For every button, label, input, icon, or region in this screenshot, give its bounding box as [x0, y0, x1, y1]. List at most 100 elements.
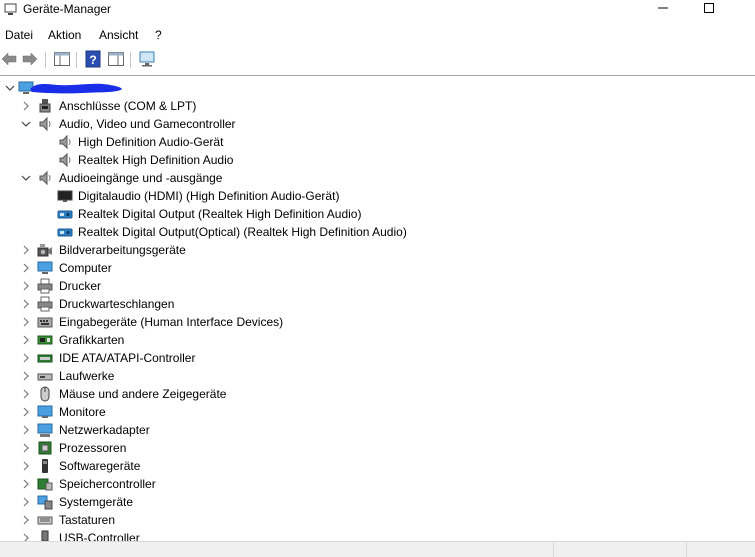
toolbar-separator — [130, 52, 131, 68]
device-manager-app-icon — [4, 3, 17, 15]
chevron-right-icon[interactable] — [20, 494, 32, 510]
menu-help[interactable]: ? — [155, 28, 162, 42]
tree-item-label: Computer — [59, 261, 112, 275]
tree-item-label: IDE ATA/ATAPI-Controller — [59, 351, 196, 365]
tree-category[interactable]: Monitore — [0, 403, 755, 421]
chevron-right-icon[interactable] — [20, 476, 32, 492]
show-hide-console-tree-icon[interactable] — [53, 50, 71, 68]
tree-category[interactable]: Anschlüsse (COM & LPT) — [0, 97, 755, 115]
chevron-right-icon[interactable] — [20, 422, 32, 438]
status-cell — [553, 542, 687, 557]
chevron-right-icon[interactable] — [20, 440, 32, 456]
menu-ansicht[interactable]: Ansicht — [99, 28, 138, 42]
tree-item-label: Anschlüsse (COM & LPT) — [59, 99, 197, 113]
menu-aktion[interactable]: Aktion — [48, 28, 81, 42]
chevron-right-icon[interactable] — [20, 98, 32, 114]
properties-icon[interactable] — [107, 50, 125, 68]
chevron-right-icon[interactable] — [20, 404, 32, 420]
camera-icon — [37, 244, 52, 257]
tree-category[interactable]: Mäuse und andere Zeigegeräte — [0, 385, 755, 403]
tree-category[interactable]: Tastaturen — [0, 511, 755, 529]
tree-category[interactable]: Laufwerke — [0, 367, 755, 385]
maximize-button[interactable] — [686, 0, 732, 20]
forward-arrow-icon[interactable] — [21, 50, 39, 68]
toolbar: ? — [0, 48, 755, 72]
toolbar-separator — [45, 52, 46, 68]
chevron-right-icon[interactable] — [20, 368, 32, 384]
ide-controller-icon — [37, 354, 53, 363]
svg-text:?: ? — [89, 53, 96, 67]
tree-item-label: Digitalaudio (HDMI) (High Definition Aud… — [78, 189, 340, 203]
tree-category[interactable]: Softwaregeräte — [0, 457, 755, 475]
tree-item-label: Systemgeräte — [59, 495, 134, 509]
chevron-down-icon[interactable] — [4, 80, 16, 96]
chevron-right-icon[interactable] — [20, 278, 32, 294]
chevron-right-icon[interactable] — [20, 296, 32, 312]
tree-item-label: Monitore — [59, 405, 106, 419]
tree-category[interactable]: Prozessoren — [0, 439, 755, 457]
toolbar-separator — [76, 52, 77, 68]
system-device-icon — [37, 495, 53, 510]
scan-hardware-icon[interactable] — [138, 50, 156, 68]
mouse-icon — [40, 386, 50, 402]
tree-category[interactable]: Systemgeräte — [0, 493, 755, 511]
port-icon — [39, 99, 51, 113]
back-arrow-icon[interactable] — [0, 50, 18, 68]
tree-item-label: Realtek Digital Output(Optical) (Realtek… — [78, 225, 407, 239]
tree-item-label: Prozessoren — [59, 441, 127, 455]
tree-category[interactable]: Netzwerkadapter — [0, 421, 755, 439]
speaker-icon — [39, 116, 51, 132]
tree-category[interactable]: Computer — [0, 259, 755, 277]
tree-category[interactable]: IDE ATA/ATAPI-Controller — [0, 349, 755, 367]
chevron-down-icon[interactable] — [20, 116, 32, 132]
drive-icon — [37, 373, 53, 381]
audio-device-icon — [57, 210, 73, 219]
monitor-dark-icon — [57, 190, 73, 202]
chevron-right-icon[interactable] — [20, 260, 32, 276]
tree-device[interactable]: High Definition Audio-Gerät — [0, 133, 755, 151]
tree-item-label: Netzwerkadapter — [59, 423, 150, 437]
chevron-right-icon[interactable] — [20, 314, 32, 330]
network-adapter-icon — [37, 423, 53, 437]
monitor-icon — [37, 405, 53, 418]
tree-category[interactable]: Speichercontroller — [0, 475, 755, 493]
printer-icon — [37, 296, 53, 312]
tree-item-label: Eingabegeräte (Human Interface Devices) — [59, 315, 284, 329]
tree-category[interactable]: Audioeingänge und -ausgänge — [0, 169, 755, 187]
software-device-icon — [42, 459, 48, 473]
tree-item-label: Speichercontroller — [59, 477, 156, 491]
chevron-right-icon[interactable] — [20, 512, 32, 528]
maximize-icon — [704, 3, 714, 13]
help-icon[interactable]: ? — [84, 50, 102, 68]
tree-category[interactable]: Drucker — [0, 277, 755, 295]
chevron-right-icon[interactable] — [20, 350, 32, 366]
tree-item-label: Audioeingänge und -ausgänge — [59, 171, 223, 185]
tree-category[interactable]: Bildverarbeitungsgeräte — [0, 241, 755, 259]
speaker-icon — [59, 134, 71, 150]
audio-device-icon — [57, 228, 73, 237]
chevron-right-icon[interactable] — [20, 458, 32, 474]
menu-datei[interactable]: Datei — [5, 28, 33, 42]
tree-category[interactable]: Grafikkarten — [0, 331, 755, 349]
status-bar — [0, 541, 755, 557]
tree-item-label: Laufwerke — [59, 369, 115, 383]
minimize-button[interactable] — [640, 0, 686, 20]
tree-device[interactable]: Realtek High Definition Audio — [0, 151, 755, 169]
redacted-computer-name — [30, 83, 122, 94]
tree-device[interactable]: Digitalaudio (HDMI) (High Definition Aud… — [0, 187, 755, 205]
tree-device[interactable]: Realtek Digital Output(Optical) (Realtek… — [0, 223, 755, 241]
tree-category[interactable]: Audio, Video und Gamecontroller — [0, 115, 755, 133]
tree-device[interactable]: Realtek Digital Output (Realtek High Def… — [0, 205, 755, 223]
status-cell — [686, 542, 755, 557]
tree-root[interactable] — [0, 79, 755, 97]
printer-icon — [37, 278, 53, 294]
tree-item-label: Mäuse und andere Zeigegeräte — [59, 387, 227, 401]
display-adapter-icon — [37, 335, 53, 345]
chevron-right-icon[interactable] — [20, 242, 32, 258]
chevron-right-icon[interactable] — [20, 386, 32, 402]
device-tree: Anschlüsse (COM & LPT) Audio, Video und G… — [0, 75, 755, 542]
tree-category[interactable]: Eingabegeräte (Human Interface Devices) — [0, 313, 755, 331]
chevron-right-icon[interactable] — [20, 332, 32, 348]
chevron-down-icon[interactable] — [20, 170, 32, 186]
tree-category[interactable]: Druckwarteschlangen — [0, 295, 755, 313]
